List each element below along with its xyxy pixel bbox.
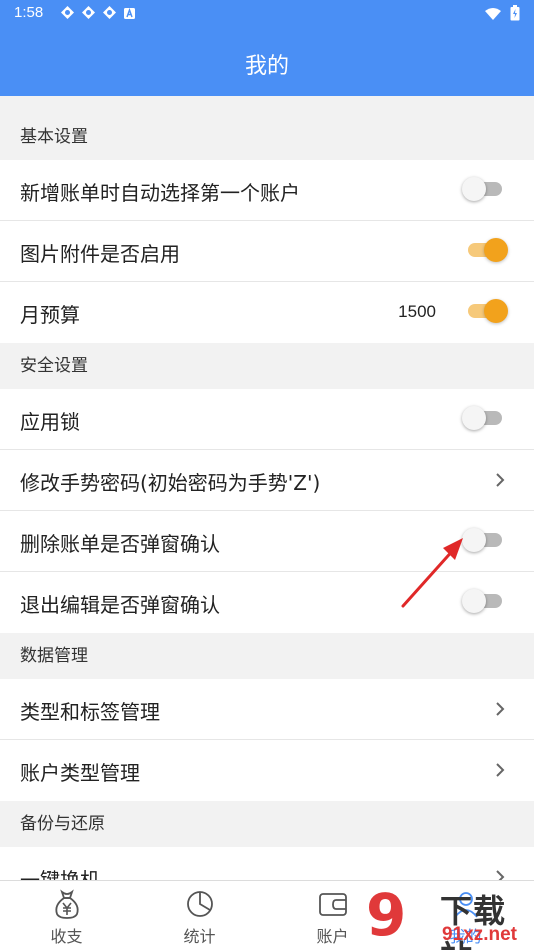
setting-change-gesture-password[interactable]: 修改手势密码(初始密码为手势'Z') (0, 450, 534, 511)
app-notification-icon (60, 5, 75, 20)
setting-label: 类型和标签管理 (20, 700, 160, 724)
setting-type-tag-management[interactable]: 类型和标签管理 (0, 679, 534, 740)
site-watermark: 9 下载站 91xz.net (362, 884, 534, 950)
delete-bill-confirm-toggle[interactable] (462, 528, 502, 552)
auto-select-account-toggle[interactable] (462, 177, 502, 201)
status-time: 1:58 (14, 4, 44, 21)
setting-label: 图片附件是否启用 (20, 242, 180, 266)
battery-icon (510, 5, 520, 25)
tab-label: 收支 (50, 927, 83, 946)
app-notification-icon (102, 5, 117, 20)
chevron-right-icon (496, 473, 505, 487)
money-bag-icon (55, 889, 79, 919)
tab-statistics[interactable]: 统计 (133, 881, 266, 950)
chevron-right-icon (496, 763, 505, 777)
setting-auto-select-first-account[interactable]: 新增账单时自动选择第一个账户 (0, 160, 534, 221)
setting-monthly-budget[interactable]: 月预算 1500 (0, 282, 534, 343)
setting-label: 一键换机 (20, 868, 100, 880)
setting-label: 账户类型管理 (20, 761, 140, 785)
setting-delete-bill-confirm[interactable]: 删除账单是否弹窗确认 (0, 511, 534, 572)
setting-label: 新增账单时自动选择第一个账户 (20, 181, 300, 205)
wifi-icon (484, 6, 502, 25)
setting-account-type-management[interactable]: 账户类型管理 (0, 740, 534, 801)
keyboard-notification-icon (123, 5, 138, 20)
setting-label: 退出编辑是否弹窗确认 (20, 593, 220, 617)
setting-one-click-migrate[interactable]: 一键换机 (0, 847, 534, 880)
notification-icons (60, 5, 138, 20)
pie-chart-icon (187, 891, 213, 917)
setting-label: 删除账单是否弹窗确认 (20, 532, 220, 556)
monthly-budget-value[interactable]: 1500 (398, 302, 436, 322)
setting-label: 修改手势密码(初始密码为手势'Z') (20, 471, 321, 495)
settings-list[interactable]: 基本设置 新增账单时自动选择第一个账户 图片附件是否启用 月预算 1500 安全… (0, 96, 534, 880)
monthly-budget-toggle[interactable] (468, 299, 508, 323)
wallet-icon (319, 893, 347, 916)
watermark-url: 91xz.net (442, 924, 517, 945)
image-attachment-toggle[interactable] (468, 238, 508, 262)
section-header-data: 数据管理 (20, 646, 88, 666)
section-header-backup: 备份与还原 (20, 814, 105, 834)
tab-label: 统计 (183, 927, 216, 946)
chevron-right-icon (496, 702, 505, 716)
tab-income-expense[interactable]: 收支 (0, 881, 133, 950)
app-lock-toggle[interactable] (462, 406, 502, 430)
status-bar: 1:58 (0, 0, 534, 28)
setting-label: 月预算 (20, 303, 80, 327)
setting-exit-edit-confirm[interactable]: 退出编辑是否弹窗确认 (0, 572, 534, 633)
section-header-basic: 基本设置 (20, 127, 88, 147)
setting-label: 应用锁 (20, 410, 80, 434)
app-notification-icon (81, 5, 96, 20)
chevron-right-icon (496, 870, 505, 880)
setting-app-lock[interactable]: 应用锁 (0, 389, 534, 450)
watermark-logo: 9 (366, 881, 407, 949)
page-title: 我的 (244, 54, 289, 79)
setting-image-attachment[interactable]: 图片附件是否启用 (0, 221, 534, 282)
exit-edit-confirm-toggle[interactable] (462, 589, 502, 613)
app-bar: 我的 (0, 28, 534, 96)
section-header-security: 安全设置 (20, 356, 88, 376)
